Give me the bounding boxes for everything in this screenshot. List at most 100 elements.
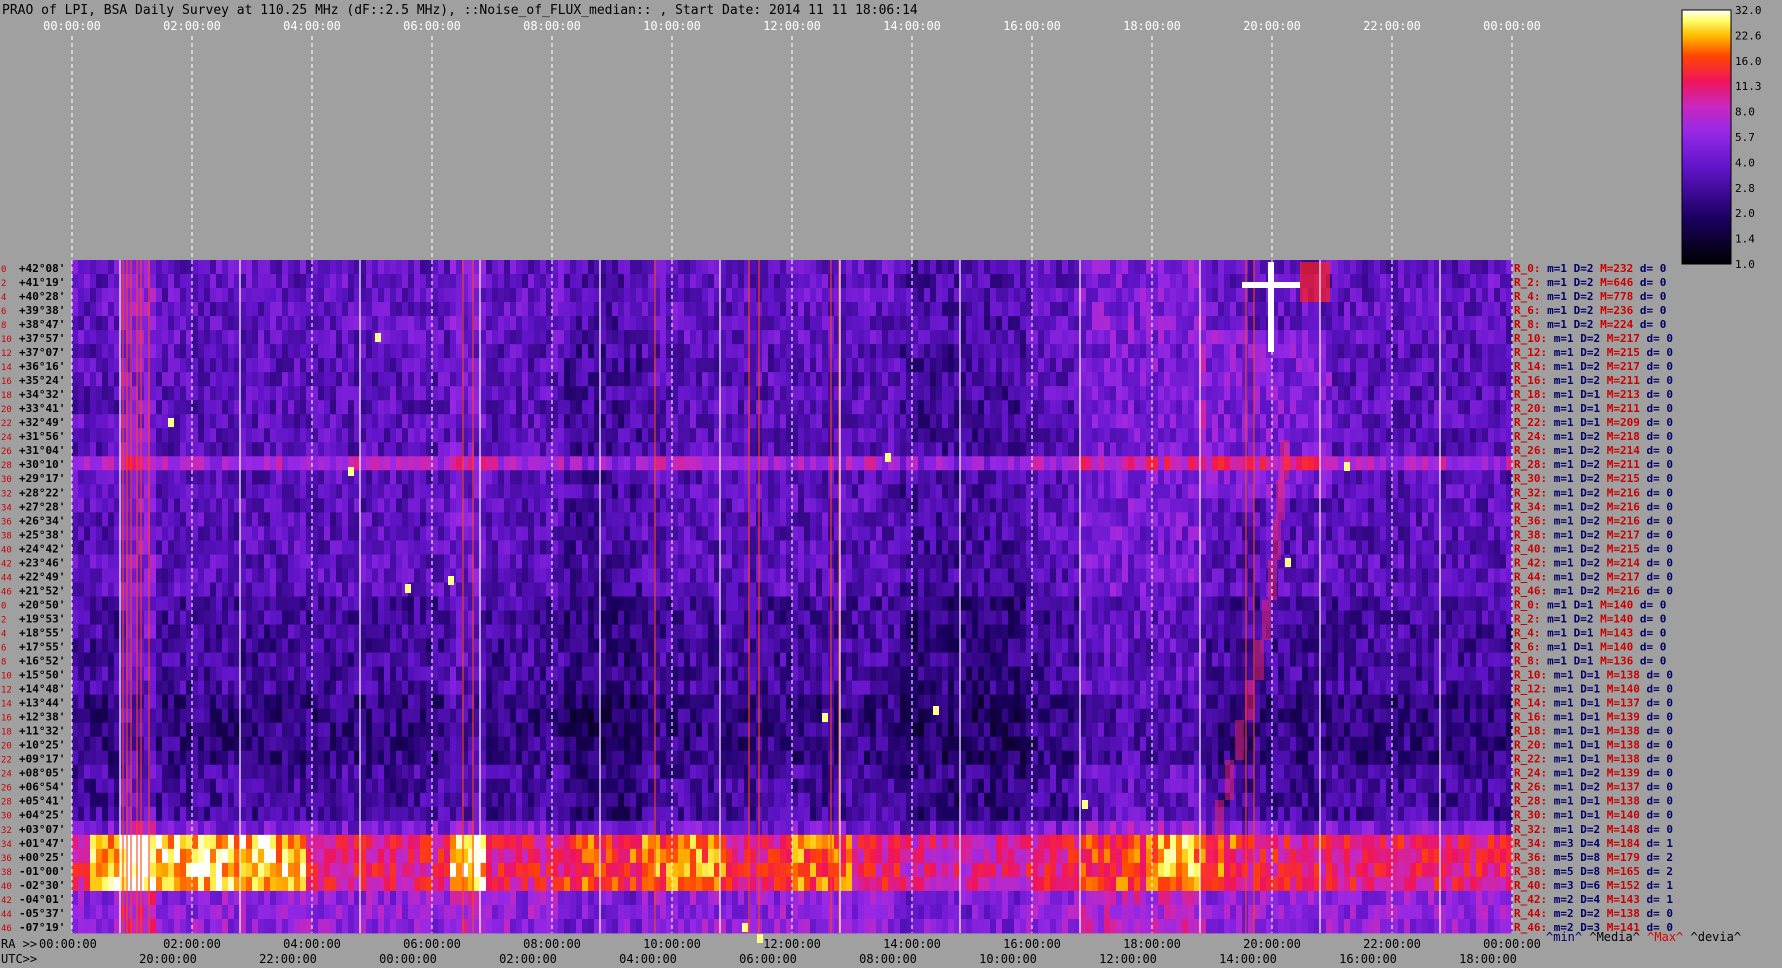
heat-cell	[360, 330, 367, 345]
heat-cell	[1410, 428, 1417, 443]
heat-cell	[1452, 442, 1459, 457]
heat-cell	[1050, 442, 1057, 457]
heat-cell	[444, 428, 451, 443]
heat-cell	[924, 358, 931, 373]
heat-cell	[1446, 344, 1453, 359]
heat-cell	[1464, 386, 1471, 401]
heat-cell	[768, 498, 775, 513]
heat-cell	[1056, 540, 1063, 555]
heat-cell	[378, 512, 385, 527]
heat-cell	[480, 316, 487, 331]
heat-cell	[150, 358, 157, 373]
heat-cell	[228, 484, 235, 499]
heat-cell	[516, 512, 523, 527]
heat-cell	[528, 414, 535, 429]
heat-cell	[888, 288, 895, 303]
heat-cell	[912, 526, 919, 541]
heat-cell	[366, 386, 373, 401]
heat-cell	[1116, 540, 1123, 555]
heat-cell	[438, 386, 445, 401]
heat-cell	[162, 260, 169, 275]
heat-cell	[564, 386, 571, 401]
heat-cell	[1218, 400, 1225, 415]
heat-cell	[216, 540, 223, 555]
heat-cell	[420, 260, 427, 275]
heat-cell	[1338, 274, 1345, 289]
heat-cell	[72, 330, 79, 345]
heat-cell	[708, 484, 715, 499]
heat-cell	[396, 484, 403, 499]
heat-cell	[558, 526, 565, 541]
heat-cell	[96, 302, 103, 317]
heat-cell	[1014, 302, 1021, 317]
heat-cell	[294, 330, 301, 345]
heat-cell	[312, 288, 319, 303]
heat-cell	[318, 302, 325, 317]
heat-cell	[414, 526, 421, 541]
heat-cell	[780, 330, 787, 345]
heat-cell	[270, 302, 277, 317]
heat-cell	[810, 260, 817, 275]
heat-cell	[708, 498, 715, 513]
heat-cell	[1470, 498, 1477, 513]
heat-cell	[900, 442, 907, 457]
heat-cell	[888, 260, 895, 275]
heat-cell	[636, 358, 643, 373]
heat-cell	[762, 512, 769, 527]
heat-cell	[504, 386, 511, 401]
heat-cell	[276, 288, 283, 303]
heat-cell	[390, 358, 397, 373]
heat-cell	[876, 470, 883, 485]
heat-cell	[1356, 414, 1363, 429]
heat-cell	[1140, 540, 1147, 555]
heat-cell	[1416, 498, 1423, 513]
heat-cell	[162, 274, 169, 289]
heat-cell	[552, 512, 559, 527]
heat-cell	[1380, 414, 1387, 429]
heat-cell	[612, 316, 619, 331]
heat-cell	[1200, 316, 1207, 331]
heat-cell	[642, 260, 649, 275]
heat-cell	[894, 414, 901, 429]
heat-cell	[300, 330, 307, 345]
heat-cell	[1116, 442, 1123, 457]
heat-cell	[1290, 344, 1297, 359]
heat-cell	[1200, 414, 1207, 429]
heat-cell	[1416, 288, 1423, 303]
heat-cell	[1050, 330, 1057, 345]
heat-cell	[432, 498, 439, 513]
heat-cell	[1176, 414, 1183, 429]
heat-cell	[240, 372, 247, 387]
heat-cell	[1212, 428, 1219, 443]
heat-cell	[630, 386, 637, 401]
heat-cell	[504, 260, 511, 275]
heat-cell	[1188, 470, 1195, 485]
heat-cell	[456, 414, 463, 429]
heat-cell	[1350, 330, 1357, 345]
heat-cell	[840, 386, 847, 401]
heat-cell	[1374, 302, 1381, 317]
heat-cell	[1362, 330, 1369, 345]
heat-cell	[1218, 260, 1225, 275]
heat-cell	[942, 400, 949, 415]
heat-cell	[1062, 400, 1069, 415]
heat-cell	[918, 330, 925, 345]
heat-cell	[270, 484, 277, 499]
heat-cell	[810, 274, 817, 289]
heat-cell	[588, 274, 595, 289]
heat-cell	[1002, 316, 1009, 331]
heat-cell	[840, 274, 847, 289]
heat-cell	[930, 512, 937, 527]
heat-cell	[1368, 526, 1375, 541]
heat-cell	[702, 470, 709, 485]
heat-cell	[702, 512, 709, 527]
heat-cell	[558, 498, 565, 513]
heat-cell	[90, 386, 97, 401]
heat-cell	[642, 428, 649, 443]
heat-cell	[216, 400, 223, 415]
heat-cell	[522, 260, 529, 275]
heat-cell	[840, 372, 847, 387]
heat-cell	[570, 456, 577, 471]
heat-cell	[336, 428, 343, 443]
heat-cell	[672, 274, 679, 289]
